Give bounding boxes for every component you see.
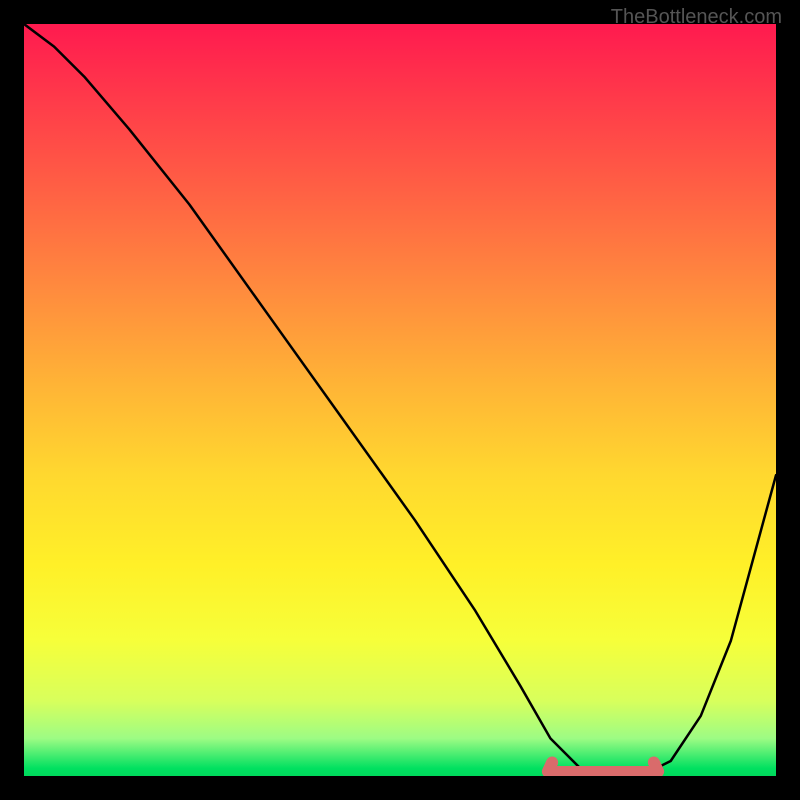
- chart-background: [24, 24, 776, 776]
- watermark-text: TheBottleneck.com: [611, 6, 782, 29]
- axis-bottom: [0, 776, 800, 800]
- axis-right: [776, 0, 800, 800]
- axis-left: [0, 0, 24, 800]
